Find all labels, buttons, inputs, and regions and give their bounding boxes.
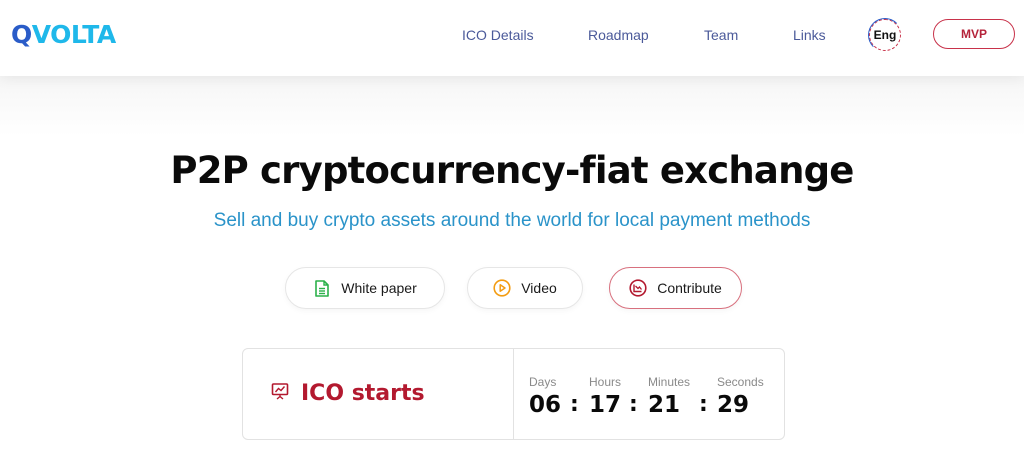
separator-2: : xyxy=(629,392,638,417)
hours-label: Hours xyxy=(589,375,622,389)
ico-starts-label: ICO starts xyxy=(301,381,425,406)
contribute-label: Contribute xyxy=(657,280,722,296)
ico-countdown-card: ICO starts Days Hours Minutes Seconds 06… xyxy=(242,348,785,440)
separator-3: : xyxy=(699,392,708,417)
qvolta-logo[interactable]: QVOLTA xyxy=(11,20,116,50)
logo-text: VOLTA xyxy=(31,20,116,49)
minutes-label: Minutes xyxy=(648,375,691,389)
white-paper-button[interactable]: White paper xyxy=(285,267,445,309)
nav-team[interactable]: Team xyxy=(704,26,738,44)
play-icon xyxy=(493,279,511,297)
video-label: Video xyxy=(521,280,557,296)
white-paper-label: White paper xyxy=(341,280,417,296)
separator-1: : xyxy=(570,392,579,417)
mvp-label: MVP xyxy=(960,27,987,41)
nav-links[interactable]: Links xyxy=(793,26,826,44)
language-label: Eng xyxy=(873,28,897,42)
site-header: QVOLTA ICO Details Roadmap Team Links En… xyxy=(0,0,1024,76)
nav-roadmap[interactable]: Roadmap xyxy=(588,26,649,44)
card-divider xyxy=(513,349,514,439)
video-button[interactable]: Video xyxy=(467,267,583,309)
presentation-chart-icon xyxy=(271,380,289,408)
seconds-label: Seconds xyxy=(717,375,764,389)
nav-ico-details[interactable]: ICO Details xyxy=(462,26,534,44)
mvp-button[interactable]: MVP xyxy=(933,19,1015,49)
days-value: 06 xyxy=(529,392,562,418)
hours-value: 17 xyxy=(589,392,622,418)
chart-down-icon xyxy=(629,279,647,297)
page-subtitle: Sell and buy crypto assets around the wo… xyxy=(213,210,811,231)
document-icon xyxy=(313,279,331,297)
contribute-button[interactable]: Contribute xyxy=(609,267,742,309)
days-label: Days xyxy=(529,375,557,389)
seconds-value: 29 xyxy=(717,392,750,418)
language-switcher[interactable]: Eng xyxy=(868,18,902,52)
page-title: P2P cryptocurrency-fiat exchange xyxy=(170,149,854,192)
logo-q: Q xyxy=(11,20,32,49)
ico-starts-heading: ICO starts xyxy=(271,380,425,408)
minutes-value: 21 xyxy=(648,392,681,418)
